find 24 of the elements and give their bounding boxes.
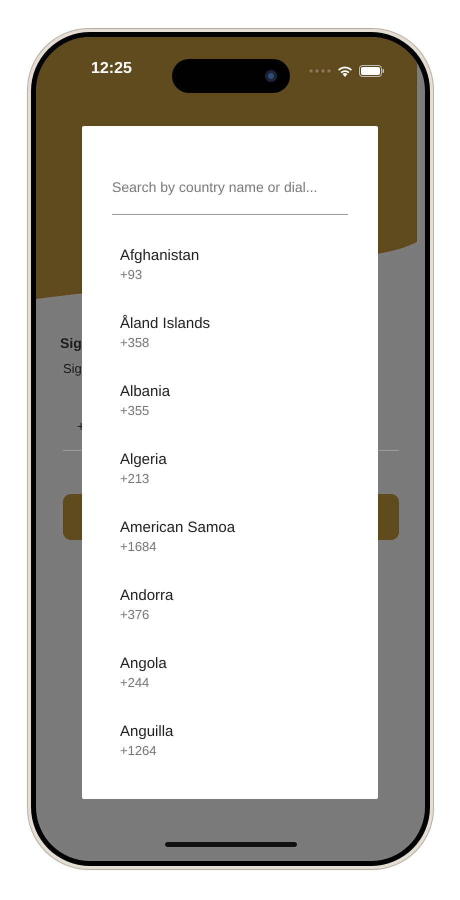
dial-code: +376: [120, 607, 150, 623]
dial-code: +213: [120, 471, 150, 487]
dial-code: +244: [120, 675, 150, 691]
page-subtitle: Sig: [63, 361, 83, 376]
country-item[interactable]: Anguilla +1264: [82, 713, 378, 781]
dial-code: +1264: [120, 743, 157, 759]
country-item[interactable]: Algeria +213: [82, 441, 378, 509]
signal-icon: [309, 69, 331, 73]
dial-code: +1684: [120, 539, 157, 555]
dial-code: +358: [120, 335, 150, 351]
page-title: Sig: [60, 335, 82, 351]
search-field[interactable]: Search by country name or dial...: [112, 173, 348, 215]
country-item[interactable]: Andorra +376: [82, 577, 378, 645]
country-item[interactable]: Afghanistan +93: [82, 237, 378, 305]
camera-icon: [265, 70, 277, 82]
dial-code: +93: [120, 267, 142, 283]
battery-icon: [359, 65, 385, 77]
country-item[interactable]: Åland Islands +358: [82, 305, 378, 373]
status-time: 12:25: [91, 60, 132, 78]
country-item[interactable]: Albania +355: [82, 373, 378, 441]
country-item[interactable]: Angola +244: [82, 645, 378, 713]
wifi-icon: [337, 65, 353, 77]
country-item[interactable]: American Samoa +1684: [82, 509, 378, 577]
dial-code: +355: [120, 403, 150, 419]
